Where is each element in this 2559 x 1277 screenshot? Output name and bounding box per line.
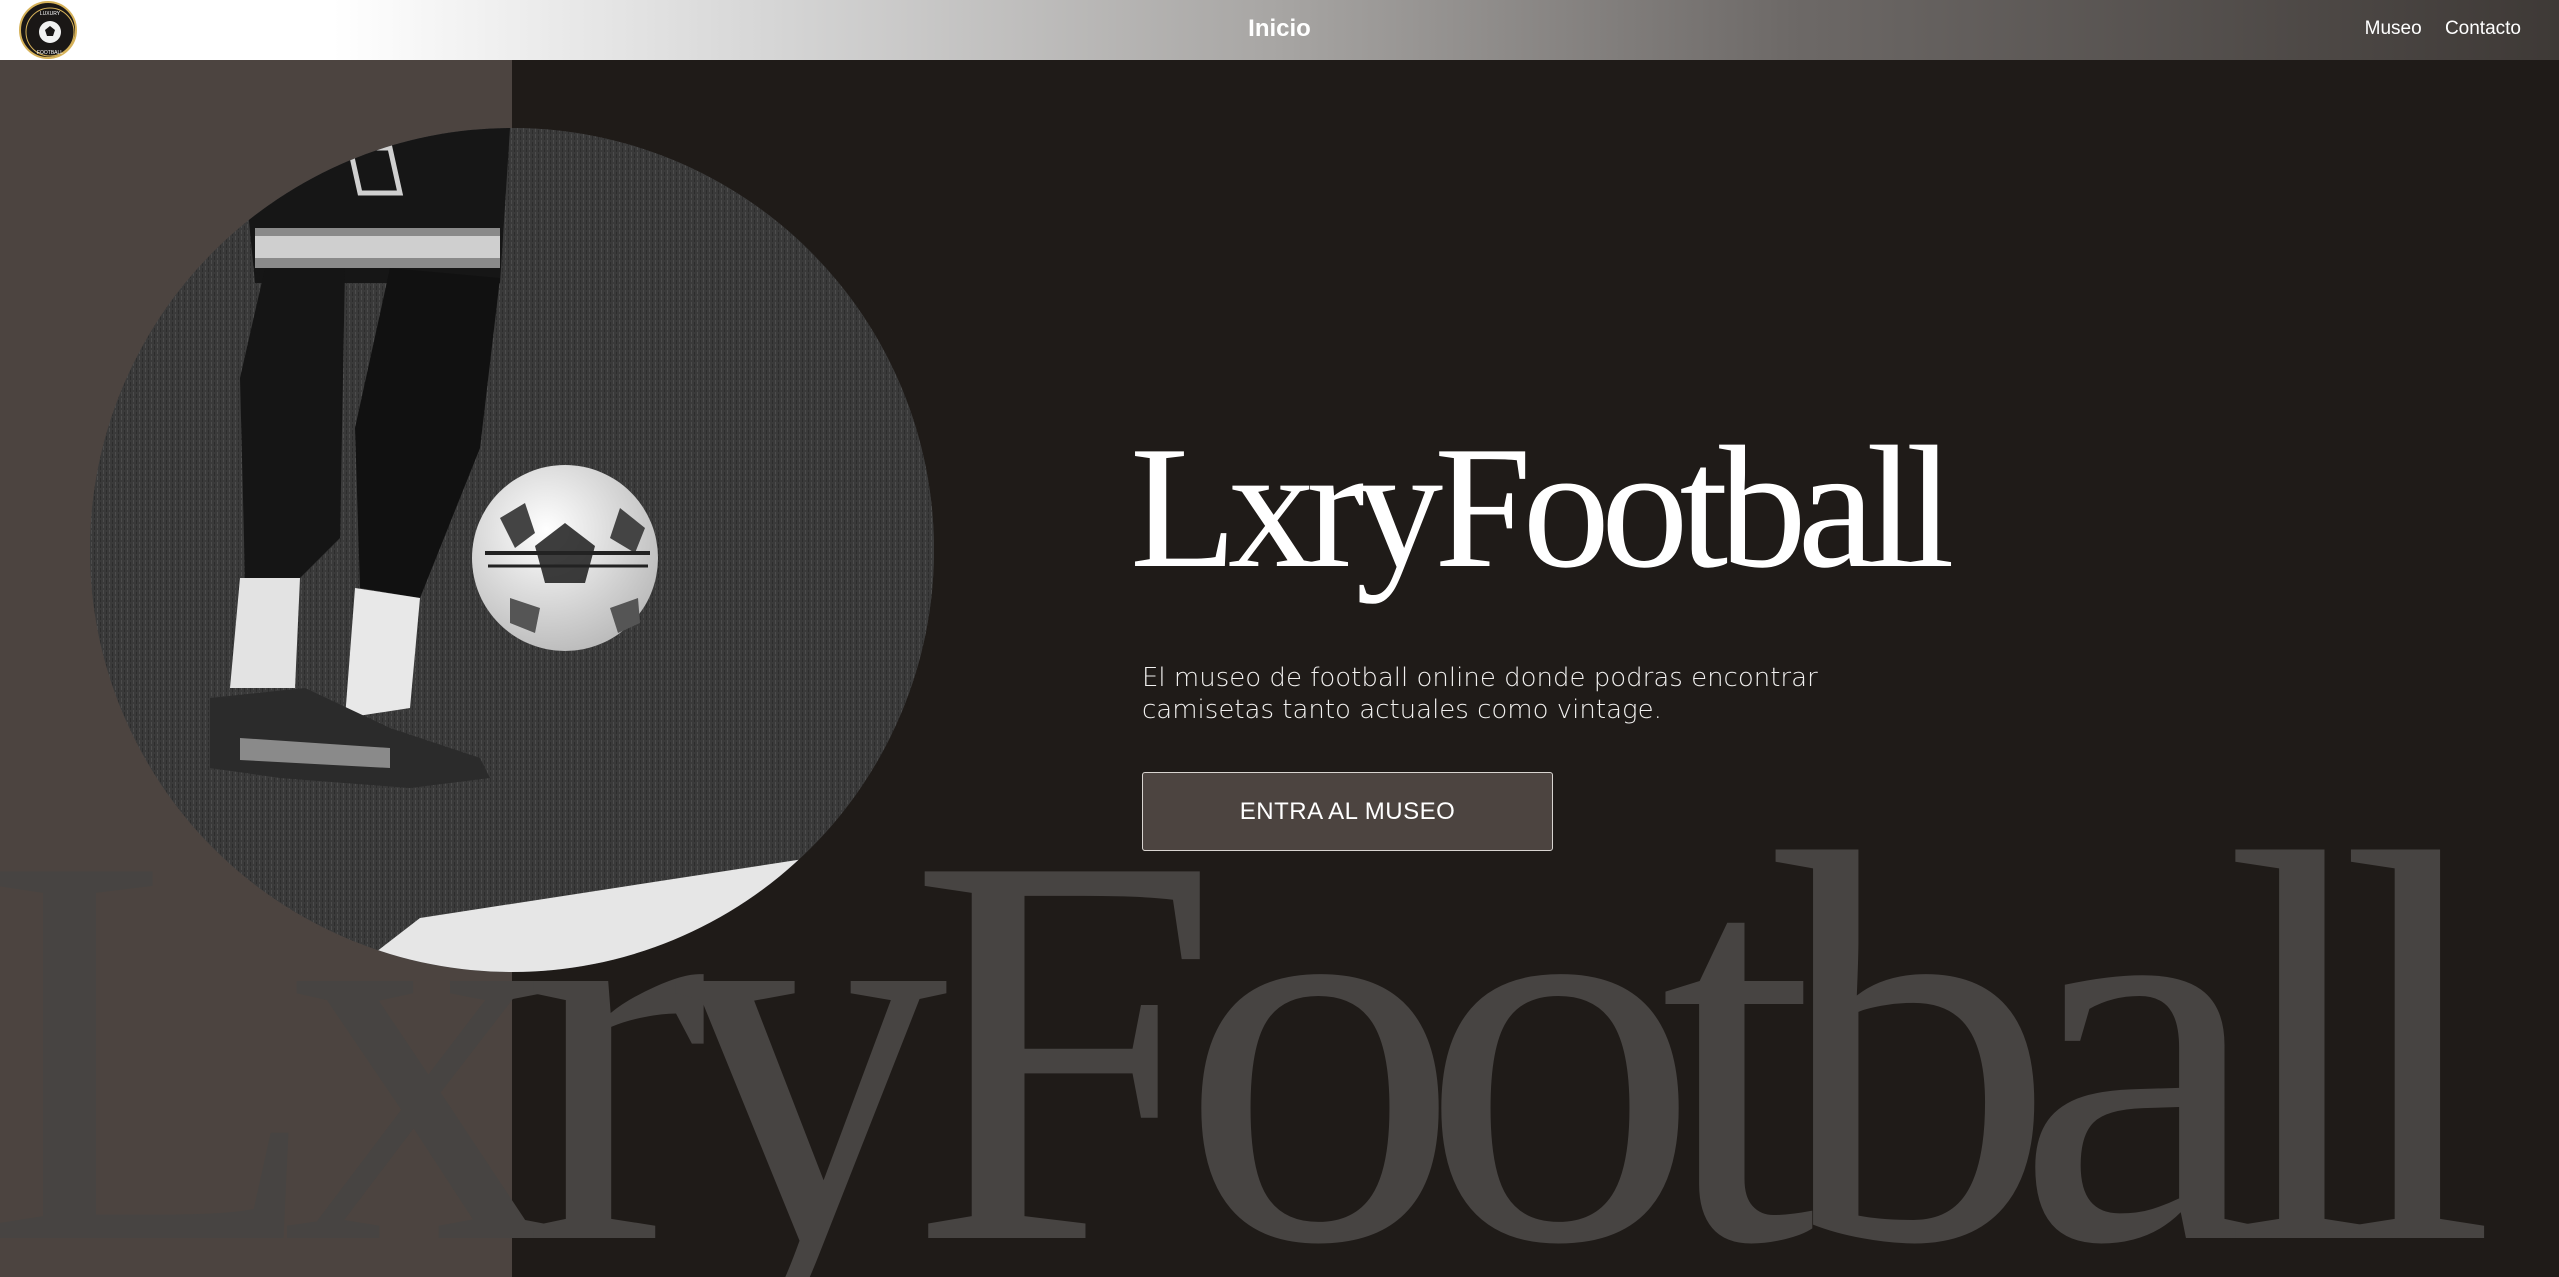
nav-link-contacto[interactable]: Contacto <box>2445 18 2521 39</box>
hero-photo <box>90 128 934 972</box>
enter-museum-button-label: ENTRA AL MUSEO <box>1239 797 1456 825</box>
enter-museum-button[interactable]: ENTRA AL MUSEO <box>1142 772 1553 851</box>
logo-text-bottom: FOOTBALL <box>37 50 63 56</box>
nav-center: Inicio <box>0 15 2559 43</box>
nav-right: Museo Contacto <box>2347 18 2521 40</box>
landing-page: LUXURY FOOTBALL Inicio Museo Contacto Lx… <box>0 0 2559 1277</box>
top-header: LUXURY FOOTBALL Inicio Museo Contacto <box>0 0 2559 60</box>
nav-link-inicio[interactable]: Inicio <box>1248 15 1311 42</box>
football-photo-icon <box>90 128 934 972</box>
nav-link-museo[interactable]: Museo <box>2365 18 2422 39</box>
hero-title: LxryFootball <box>1130 410 1955 604</box>
hero-subtitle: El museo de football online donde podras… <box>1142 663 1818 725</box>
